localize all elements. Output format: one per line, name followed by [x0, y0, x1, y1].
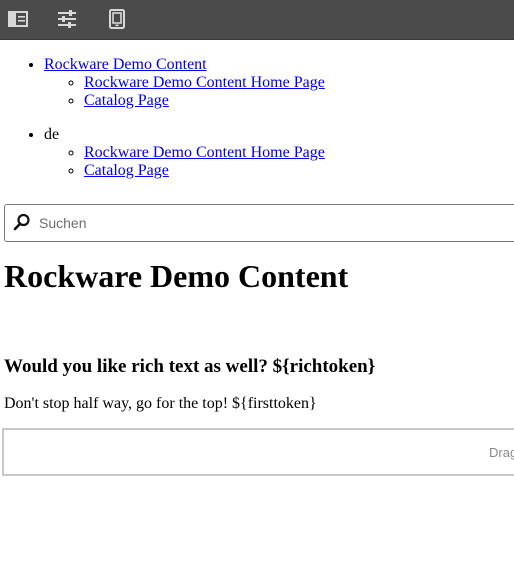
toggle-side-panel-button[interactable] [4, 6, 32, 32]
drop-zone-label: Drag [489, 445, 514, 460]
nav-group-label-de: de [44, 126, 60, 143]
text-paragraph: Don't stop half way, go for the top! ${f… [4, 395, 317, 412]
emulator-button[interactable] [103, 6, 131, 32]
nav-link-home-page-de[interactable]: Rockware Demo Content Home Page [84, 144, 325, 161]
page-properties-button[interactable] [53, 6, 81, 32]
search-box [4, 204, 514, 242]
list-item: Rockware Demo Content Home Page [84, 144, 514, 162]
nav-list: Rockware Demo Content Rockware Demo Cont… [0, 56, 514, 180]
nav-sublist: Rockware Demo Content Home Page Catalog … [44, 74, 514, 110]
page-title: Rockware Demo Content [4, 258, 349, 294]
nav-group-rockware-demo-content: Rockware Demo Content Rockware Demo Cont… [44, 56, 514, 110]
side-panel-icon [8, 11, 28, 27]
list-item: Catalog Page [84, 162, 514, 180]
nav-link-catalog-page-de[interactable]: Catalog Page [84, 162, 169, 179]
rich-text-heading: Would you like rich text as well? ${rich… [4, 356, 376, 377]
nav-group-de: de Rockware Demo Content Home Page Catal… [44, 126, 514, 180]
site-navigation: Rockware Demo Content Rockware Demo Cont… [0, 56, 514, 196]
nav-link-catalog-page[interactable]: Catalog Page [84, 92, 169, 109]
list-item: Rockware Demo Content Home Page [84, 74, 514, 92]
nav-link-rockware-demo-content[interactable]: Rockware Demo Content [44, 56, 207, 73]
search-icon[interactable] [13, 213, 31, 231]
nav-link-home-page[interactable]: Rockware Demo Content Home Page [84, 74, 325, 91]
search-input[interactable] [37, 205, 509, 241]
nav-sublist: Rockware Demo Content Home Page Catalog … [44, 144, 514, 180]
editor-toolbar [0, 0, 514, 40]
list-item: Catalog Page [84, 92, 514, 110]
emulator-devices-icon [107, 9, 127, 29]
properties-sliders-icon [57, 10, 77, 28]
component-drop-zone[interactable]: Drag [2, 428, 514, 476]
